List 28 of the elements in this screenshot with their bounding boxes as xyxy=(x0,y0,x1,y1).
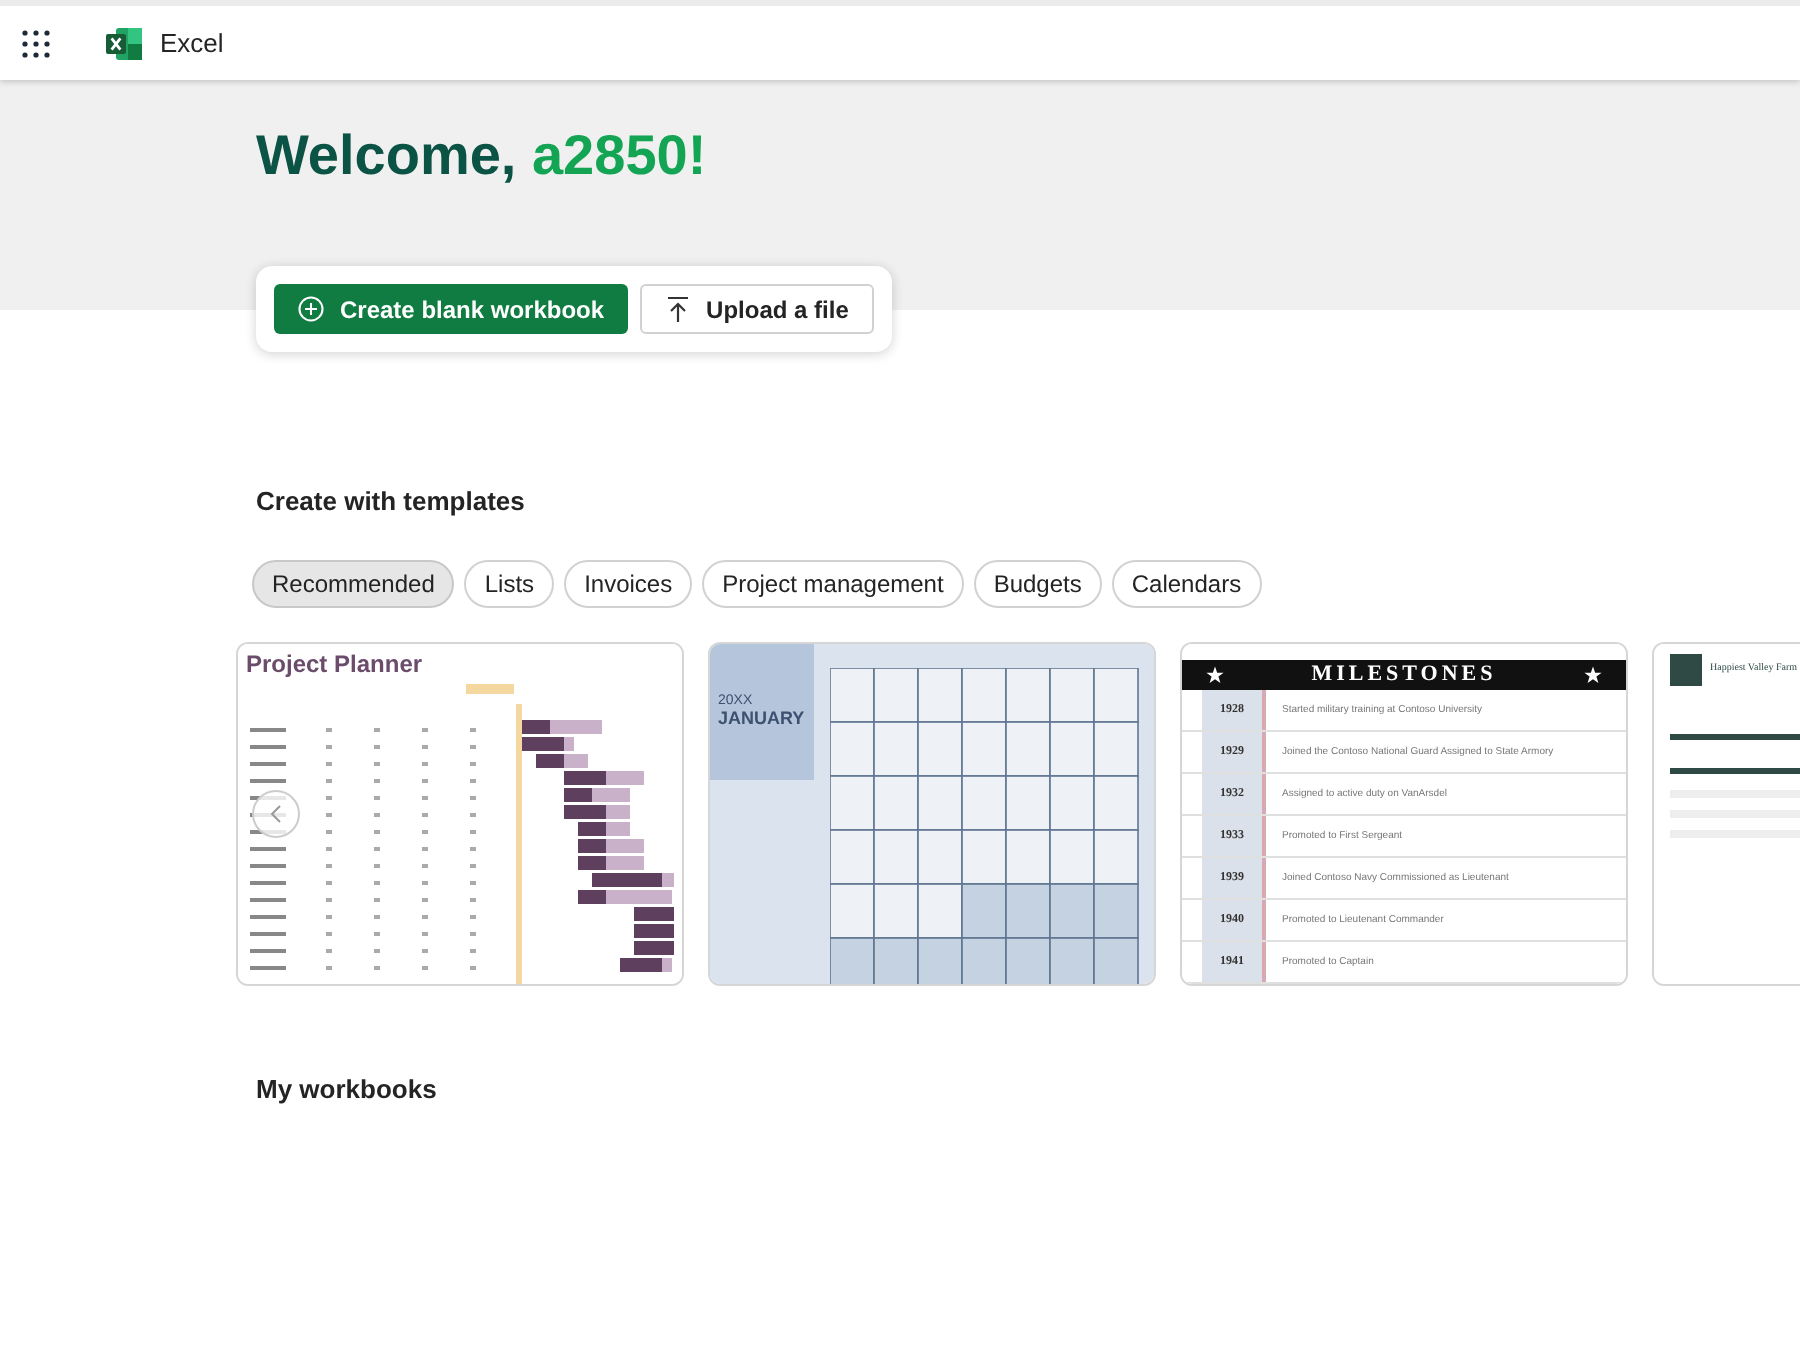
template-title: MILESTONES xyxy=(1311,664,1497,686)
create-workbook-button[interactable]: Create blank workbook xyxy=(274,284,629,334)
filter-chip[interactable]: Calendars xyxy=(1111,560,1262,608)
spreadsheet-logo-icon xyxy=(106,27,142,59)
template-title: Project Planner xyxy=(246,652,425,676)
template-card[interactable]: Project Planner xyxy=(236,642,684,986)
upload-icon xyxy=(666,295,691,323)
gantt-bar xyxy=(634,907,674,921)
calendar-month: JANUARY xyxy=(718,707,807,731)
filter-chip[interactable]: Lists xyxy=(464,560,555,608)
template-card[interactable] xyxy=(1180,642,1628,986)
filter-chip[interactable]: Invoices xyxy=(564,560,693,608)
filter-chip[interactable]: Project management xyxy=(702,560,964,608)
section-heading: Create with templates xyxy=(256,484,525,520)
chevron-left-icon xyxy=(270,804,282,824)
star-icon xyxy=(1584,666,1602,684)
gantt-bar xyxy=(634,924,674,938)
star-icon xyxy=(1206,666,1224,684)
filter-chip[interactable]: Budgets xyxy=(973,560,1102,608)
app-launcher-icon[interactable] xyxy=(22,29,50,57)
welcome-heading: Welcome, a2850! xyxy=(256,122,707,190)
upload-file-button[interactable]: Upload a file xyxy=(640,284,875,334)
plus-circle-icon xyxy=(298,296,324,322)
section-heading: My workbooks xyxy=(256,1072,437,1108)
gantt-bar xyxy=(634,941,674,955)
filter-chip[interactable]: Recommended xyxy=(252,560,455,608)
highlight-selector xyxy=(466,684,514,694)
app-name: Excel xyxy=(160,25,224,62)
